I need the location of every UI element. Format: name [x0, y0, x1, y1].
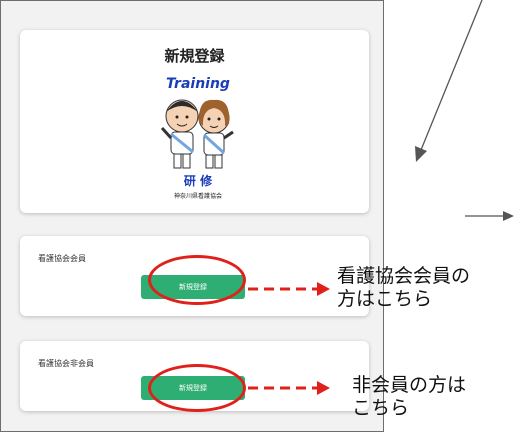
nonmember-annotation: 非会員の方は こちら — [352, 374, 466, 420]
member-dashed-arrow — [248, 282, 330, 296]
nonmember-dashed-arrow — [248, 381, 330, 395]
nonmember-annotation-line2: こちら — [352, 397, 410, 419]
annotation-arrows — [248, 0, 514, 395]
member-annotation: 看護協会会員の 方はこちら — [337, 265, 470, 311]
nonmember-annotation-line1: 非会員の方は — [352, 374, 467, 396]
diagonal-arrow — [415, 0, 483, 162]
member-annotation-line2: 方はこちら — [337, 288, 433, 310]
right-arrow — [465, 211, 514, 221]
member-annotation-line1: 看護協会会員の — [337, 265, 471, 287]
